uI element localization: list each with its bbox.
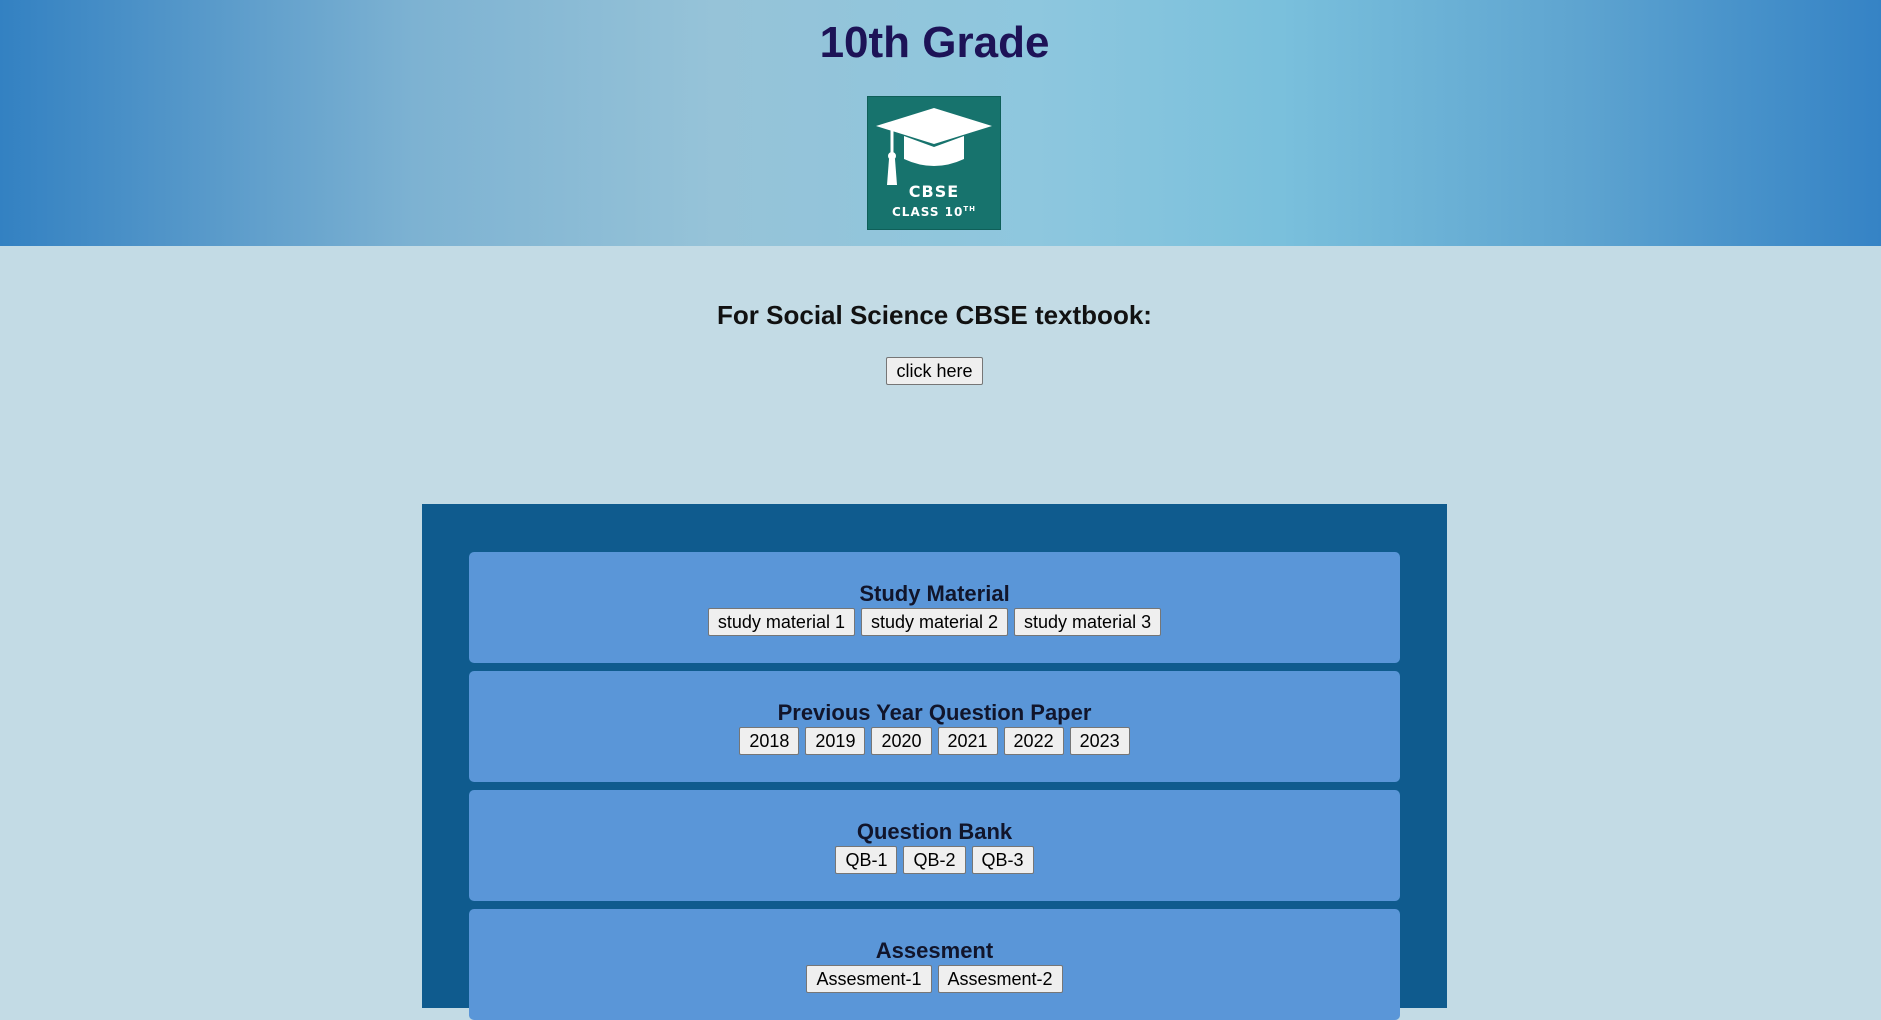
year-2018-button[interactable]: 2018: [739, 727, 800, 755]
year-buttons: 2018 2019 2020 2021 2022 2023: [469, 727, 1400, 755]
page-title: 10th Grade: [819, 18, 1050, 67]
logo-class-label: CLASS 10: [891, 205, 964, 219]
study-material-card: Study Material study material 1 study ma…: [469, 552, 1400, 663]
study-material-3-button[interactable]: study material 3: [1014, 608, 1162, 636]
resources-panel: Study Material study material 1 study ma…: [422, 504, 1447, 1020]
page-header: 10th Grade CBSE CLASS 10TH: [0, 0, 1881, 246]
study-material-1-button[interactable]: study material 1: [707, 608, 855, 636]
year-2021-button[interactable]: 2021: [937, 727, 998, 755]
assesment-2-button[interactable]: Assesment-2: [937, 965, 1063, 993]
card-title: Previous Year Question Paper: [777, 700, 1092, 725]
logo-class-text: CLASS 10TH: [868, 205, 1000, 219]
qb-2-button[interactable]: QB-2: [903, 846, 966, 874]
question-bank-card: Question Bank QB-1 QB-2 QB-3: [469, 790, 1400, 901]
year-2023-button[interactable]: 2023: [1069, 727, 1130, 755]
textbook-heading: For Social Science CBSE textbook:: [717, 300, 1152, 330]
cta-wrapper: click here: [0, 357, 1869, 385]
assesment-buttons: Assesment-1 Assesment-2: [469, 965, 1400, 993]
qb-1-button[interactable]: QB-1: [835, 846, 898, 874]
year-2022-button[interactable]: 2022: [1003, 727, 1064, 755]
card-title: Question Bank: [856, 819, 1013, 844]
qb-3-button[interactable]: QB-3: [971, 846, 1034, 874]
previous-year-papers-card: Previous Year Question Paper 2018 2019 2…: [469, 671, 1400, 782]
assesment-1-button[interactable]: Assesment-1: [806, 965, 932, 993]
cbse-logo: CBSE CLASS 10TH: [867, 96, 1001, 230]
question-bank-buttons: QB-1 QB-2 QB-3: [469, 846, 1400, 874]
year-2020-button[interactable]: 2020: [871, 727, 932, 755]
year-2019-button[interactable]: 2019: [805, 727, 866, 755]
click-here-button[interactable]: click here: [886, 357, 983, 385]
logo-cbse-text: CBSE: [908, 182, 960, 201]
study-material-buttons: study material 1 study material 2 study …: [469, 608, 1400, 636]
logo-class-superscript: TH: [963, 205, 976, 213]
card-title: Study Material: [859, 581, 1010, 606]
graduation-cap-icon: [876, 108, 992, 185]
study-material-2-button[interactable]: study material 2: [860, 608, 1009, 636]
assesment-card: Assesment Assesment-1 Assesment-2: [469, 909, 1400, 1020]
card-title: Assesment: [875, 938, 994, 963]
